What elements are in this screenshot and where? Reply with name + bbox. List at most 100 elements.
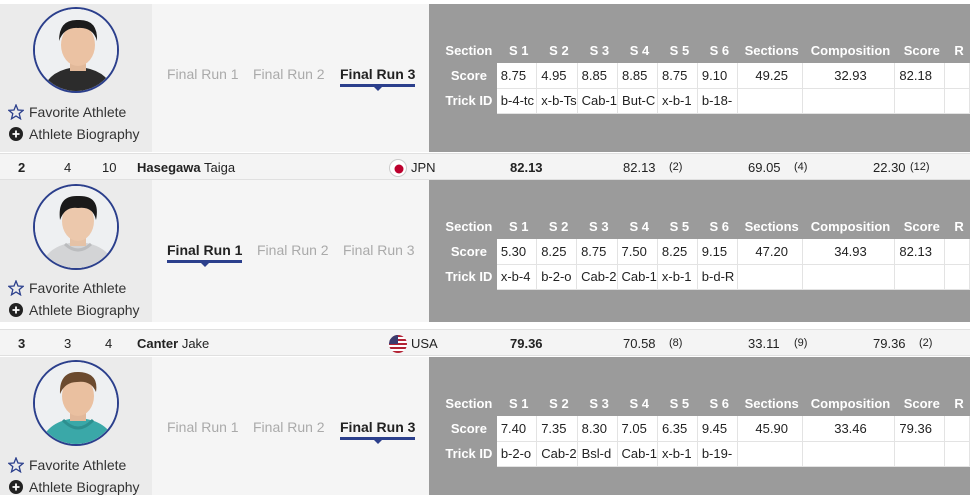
athlete-info-column: Favorite Athlete Athlete Biography <box>0 180 152 322</box>
favorite-athlete-link[interactable]: Favorite Athlete <box>8 104 126 120</box>
trick-s2: x-b-Ts <box>536 88 578 114</box>
header-sections: Sections <box>744 43 799 58</box>
rank-col-3: 4 <box>105 336 113 351</box>
athlete-detail-panel-3: Favorite Athlete Athlete Biography Final… <box>0 357 970 495</box>
score-composition: 32.93 <box>802 63 896 89</box>
tab-final-run-2[interactable]: Final Run 2 <box>257 242 329 258</box>
country-code: USA <box>411 336 438 351</box>
header-s2: S 2 <box>549 43 569 58</box>
header-composition: Composition <box>810 219 891 234</box>
tab-final-run-3[interactable]: Final Run 3 <box>343 242 415 258</box>
tab-final-run-2[interactable]: Final Run 2 <box>253 419 325 435</box>
trick-s6: b-d-R <box>697 264 738 290</box>
header-s6: S 6 <box>709 396 730 411</box>
trick-s4: But-C <box>617 88 658 114</box>
trick-s3: Cab-2 <box>576 264 618 290</box>
plus-circle-icon <box>8 479 24 495</box>
composition-score: 79.36 <box>873 336 906 351</box>
athlete-avatar <box>33 360 119 446</box>
score-s4: 7.50 <box>617 239 658 265</box>
tab-final-run-3[interactable]: Final Run 3 <box>340 419 416 444</box>
total-score: 79.36 <box>510 336 543 351</box>
tab-final-run-2[interactable]: Final Run 2 <box>253 66 325 82</box>
trick-s6: b-18- <box>697 88 738 114</box>
japan-flag-icon <box>389 159 407 177</box>
athlete-detail-panel-2: Favorite Athlete Athlete Biography Final… <box>0 180 970 322</box>
score-s1: 5.30 <box>496 239 538 265</box>
athlete-biography-label: Athlete Biography <box>29 126 140 142</box>
athlete-avatar <box>33 7 119 93</box>
header-section: Section <box>445 219 493 234</box>
score-total: 82.18 <box>894 63 946 89</box>
score-s5: 6.35 <box>657 416 698 442</box>
header-s1: S 1 <box>509 396 529 411</box>
row-label-score: Score <box>450 68 487 83</box>
trick-score <box>894 88 946 114</box>
score-r <box>944 416 970 442</box>
score-s1: 7.40 <box>496 416 538 442</box>
best-score-rank: (2) <box>669 161 683 173</box>
header-s5: S 5 <box>669 43 690 58</box>
athlete-biography-link[interactable]: Athlete Biography <box>8 479 140 495</box>
score-s5: 8.25 <box>657 239 698 265</box>
athlete-name: Hasegawa Taiga <box>137 160 236 175</box>
trick-sections <box>737 264 803 290</box>
tab-final-run-1[interactable]: Final Run 1 <box>167 66 239 82</box>
star-outline-icon <box>8 457 24 473</box>
ranking-row[interactable]: 3 3 4 Canter Jake USA 79.36 70.58 (8) 33… <box>0 329 970 356</box>
trick-score <box>894 264 946 290</box>
header-section: Section <box>445 43 493 58</box>
trick-s1: b-4-tc <box>496 88 538 114</box>
athlete-detail-panel-1: Favorite Athlete Athlete Biography Final… <box>0 4 970 152</box>
score-s6: 9.45 <box>697 416 738 442</box>
athlete-biography-link[interactable]: Athlete Biography <box>8 126 140 142</box>
favorite-athlete-link[interactable]: Favorite Athlete <box>8 457 126 473</box>
score-r <box>944 239 970 265</box>
trick-sections <box>737 88 803 114</box>
score-s5: 8.75 <box>657 63 698 89</box>
score-s1: 8.75 <box>496 63 538 89</box>
composition-rank: (12) <box>910 161 930 173</box>
tab-final-run-3[interactable]: Final Run 3 <box>340 66 416 91</box>
score-s3: 8.85 <box>577 63 619 89</box>
score-r <box>944 63 970 89</box>
athlete-biography-link[interactable]: Athlete Biography <box>8 302 140 318</box>
composition-score: 22.30 <box>873 160 906 175</box>
star-outline-icon <box>8 104 24 120</box>
trick-composition <box>802 441 896 467</box>
score-sections: 47.20 <box>737 239 803 265</box>
score-s2: 7.35 <box>536 416 578 442</box>
total-score: 82.13 <box>510 160 543 175</box>
athlete-info-column: Favorite Athlete Athlete Biography <box>0 4 152 152</box>
plus-circle-icon <box>8 302 24 318</box>
sections-score: 33.11 <box>748 336 780 351</box>
favorite-athlete-link[interactable]: Favorite Athlete <box>8 280 126 296</box>
trick-s4: Cab-1 <box>617 441 658 467</box>
run-tabs-column: Final Run 1 Final Run 2 Final Run 3 <box>152 4 429 152</box>
score-sections: 49.25 <box>737 63 803 89</box>
score-table: Section S 1 S 2 S 3 S 4 S 5 S 6 Sections… <box>437 391 970 467</box>
athlete-biography-label: Athlete Biography <box>29 302 140 318</box>
header-score: Score <box>903 396 940 411</box>
trick-sections <box>737 441 803 467</box>
ranking-row[interactable]: 2 4 10 Hasegawa Taiga JPN 82.13 82.13 (2… <box>0 153 970 180</box>
score-s3: 8.30 <box>577 416 618 442</box>
favorite-athlete-label: Favorite Athlete <box>29 280 127 296</box>
tab-final-run-1[interactable]: Final Run 1 <box>167 419 239 435</box>
tab-final-run-1[interactable]: Final Run 1 <box>167 242 243 267</box>
sections-score: 69.05 <box>748 160 781 175</box>
header-score: Score <box>903 43 940 58</box>
row-label-score: Score <box>450 421 487 436</box>
header-r: R <box>954 396 964 411</box>
score-table: Section S 1 S 2 S 3 S 4 S 5 S 6 Sections… <box>437 38 970 114</box>
best-score: 70.58 <box>623 336 656 351</box>
score-s3: 8.75 <box>576 239 618 265</box>
header-composition: Composition <box>810 396 891 411</box>
trick-r <box>944 264 970 290</box>
trick-s2: b-2-o <box>536 264 578 290</box>
header-s4: S 4 <box>629 396 649 411</box>
header-s1: S 1 <box>509 43 529 58</box>
score-table: Section S 1 S 2 S 3 S 4 S 5 S 6 Sections… <box>437 214 970 290</box>
header-s4: S 4 <box>629 43 650 58</box>
athlete-biography-label: Athlete Biography <box>29 479 140 495</box>
